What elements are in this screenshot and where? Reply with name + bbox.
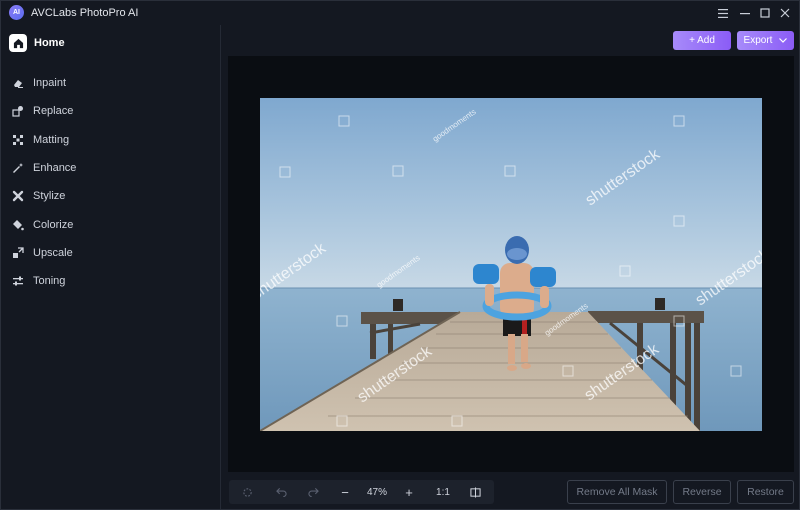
sidebar-item-label: Replace — [33, 105, 74, 118]
compare-icon — [469, 486, 481, 498]
sidebar-item-stylize[interactable]: Stylize — [1, 182, 220, 210]
menu-button[interactable] — [714, 4, 732, 22]
sidebar-item-label: Enhance — [33, 162, 77, 175]
zoom-toolbar: − 47% + 1:1 — [229, 480, 494, 504]
sidebar-item-home[interactable]: Home — [9, 33, 65, 53]
enhance-icon — [12, 162, 24, 174]
upscale-icon — [12, 247, 24, 259]
sidebar-item-toning[interactable]: Toning — [1, 267, 220, 295]
ratio-text: 1:1 — [436, 486, 450, 498]
redo-button[interactable] — [303, 480, 323, 504]
sidebar-item-label: Inpaint — [33, 77, 67, 90]
photo-preview[interactable]: shutterstock shutterstock shutterstock s… — [260, 98, 762, 431]
colorize-icon — [12, 219, 24, 231]
reset-view-button[interactable] — [237, 480, 257, 504]
app-window: AI AVCLabs PhotoPro AI Home Inpaint Repl… — [0, 0, 800, 510]
actual-size-button[interactable]: 1:1 — [431, 480, 455, 504]
plus-icon: + — [405, 484, 413, 500]
photo-image: shutterstock shutterstock shutterstock s… — [260, 98, 762, 431]
reverse-label: Reverse — [682, 486, 722, 498]
stylize-icon — [12, 190, 24, 202]
sidebar-item-matting[interactable]: Matting — [1, 126, 220, 154]
close-icon — [780, 8, 790, 18]
sidebar-item-label: Upscale — [33, 246, 73, 259]
zoom-out-button[interactable]: − — [335, 480, 355, 504]
chevron-down-icon — [779, 38, 788, 43]
matting-icon — [12, 134, 24, 146]
sidebar-item-label: Toning — [33, 275, 66, 288]
zoom-in-button[interactable]: + — [399, 480, 419, 504]
zoom-level: 47% — [362, 480, 392, 504]
maximize-icon — [760, 8, 770, 18]
export-button[interactable]: Export — [737, 31, 794, 50]
undo-button[interactable] — [271, 480, 291, 504]
replace-icon — [12, 105, 24, 118]
toning-icon — [12, 275, 24, 287]
sidebar-item-upscale[interactable]: Upscale — [1, 239, 220, 267]
nav-list: Inpaint Replace Matting Enhance Stylize … — [1, 69, 220, 295]
sidebar-item-label: Stylize — [33, 190, 66, 203]
minimize-button[interactable] — [736, 4, 754, 22]
maximize-button[interactable] — [756, 4, 774, 22]
restore-button[interactable]: Restore — [737, 480, 794, 504]
compare-button[interactable] — [465, 480, 485, 504]
close-button[interactable] — [776, 4, 794, 22]
sidebar-item-inpaint[interactable]: Inpaint — [1, 69, 220, 97]
minus-icon: − — [341, 484, 349, 500]
eraser-icon — [12, 77, 24, 89]
app-logo-icon: AI — [9, 5, 24, 20]
remove-all-mask-button[interactable]: Remove All Mask — [567, 480, 667, 504]
add-button-label: + Add — [689, 35, 715, 46]
export-button-label: Export — [743, 35, 773, 46]
reverse-button[interactable]: Reverse — [673, 480, 731, 504]
sidebar-item-enhance[interactable]: Enhance — [1, 154, 220, 182]
add-button[interactable]: + Add — [673, 31, 731, 50]
redo-icon — [307, 487, 319, 497]
minimize-icon — [740, 13, 750, 15]
sidebar-item-label: Colorize — [33, 218, 74, 231]
title-bar: AI AVCLabs PhotoPro AI — [1, 1, 799, 25]
zoom-level-text: 47% — [366, 486, 387, 498]
refresh-icon — [242, 487, 252, 497]
app-title: AVCLabs PhotoPro AI — [31, 7, 139, 19]
sidebar: Home Inpaint Replace Matting Enhance Sty… — [1, 25, 221, 509]
sidebar-item-colorize[interactable]: Colorize — [1, 210, 220, 238]
undo-icon — [275, 487, 287, 497]
sidebar-item-label: Matting — [33, 133, 70, 146]
sidebar-item-replace[interactable]: Replace — [1, 97, 220, 125]
home-icon — [9, 34, 27, 52]
canvas-area[interactable]: shutterstock shutterstock shutterstock s… — [228, 56, 794, 472]
home-label: Home — [34, 37, 65, 49]
restore-label: Restore — [747, 486, 784, 498]
remove-all-mask-label: Remove All Mask — [576, 486, 658, 498]
hamburger-icon — [718, 8, 728, 18]
